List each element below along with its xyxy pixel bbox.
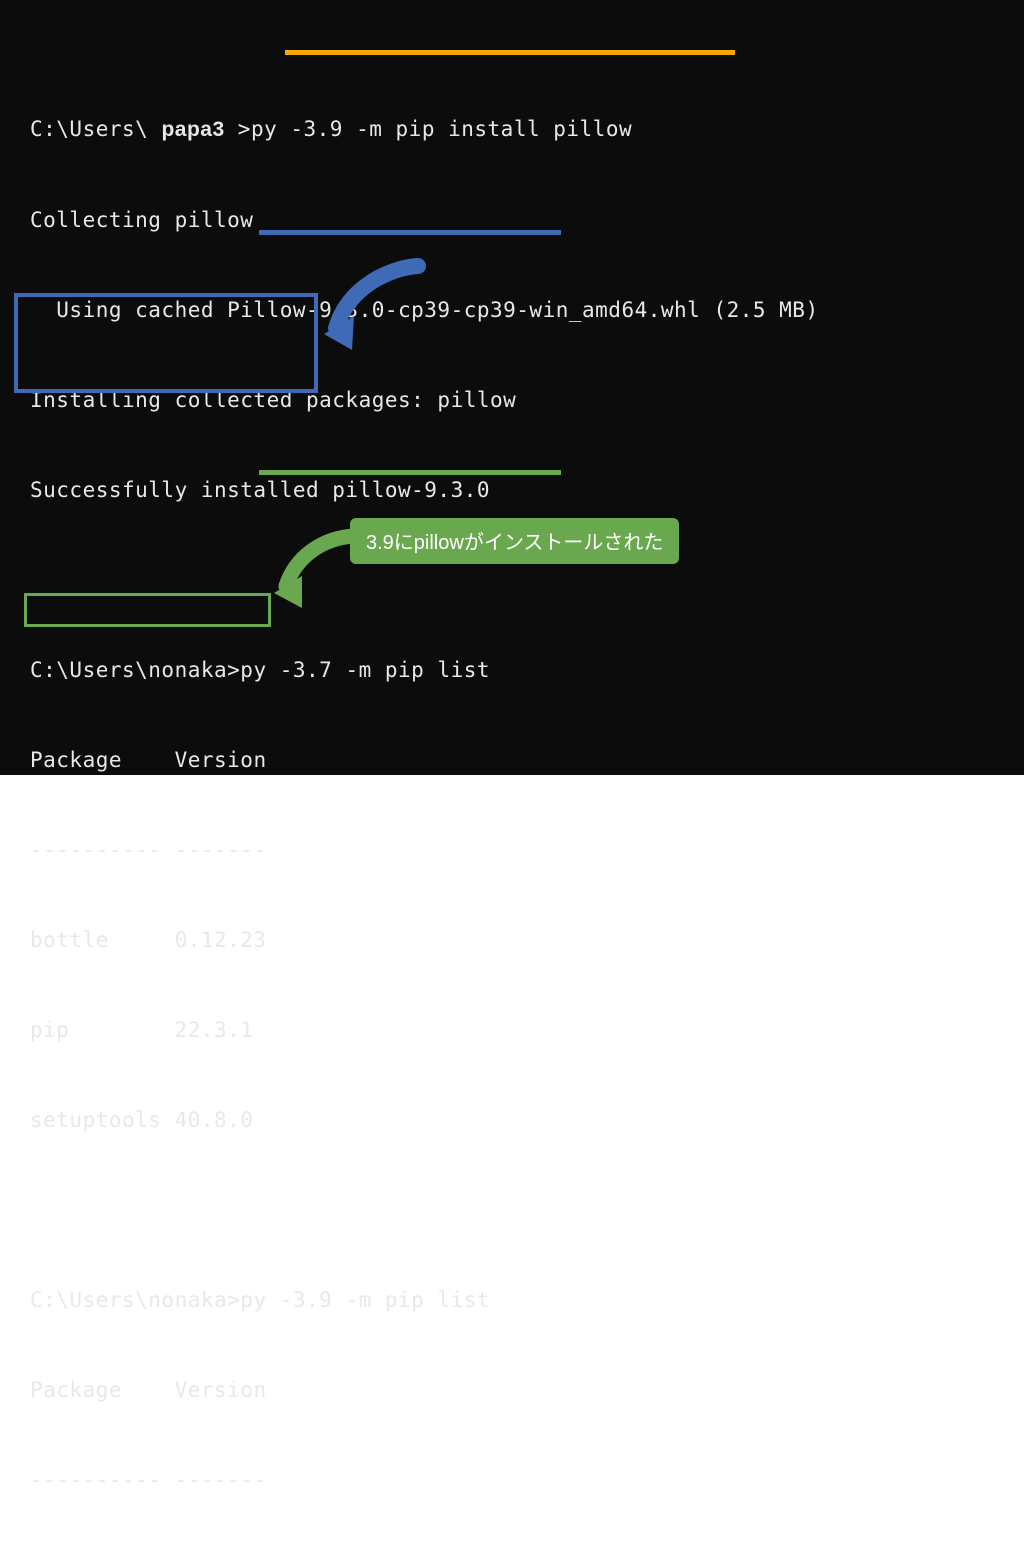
underline-blue <box>259 230 561 235</box>
table37-row: setuptools 40.8.0 <box>30 1105 994 1135</box>
table39-header: Package Version <box>30 1375 994 1405</box>
highlight-box-pillow-row <box>24 593 271 627</box>
username-overlay: papa3 <box>161 118 224 141</box>
prompt-gt: > <box>225 117 251 141</box>
callout-pillow-installed: 3.9にpillowがインストールされた <box>350 518 679 564</box>
prompt-path: C:\Users\ <box>30 117 148 141</box>
blank-line <box>30 565 994 595</box>
line-prompt-list37: C:\Users\nonaka>py -3.7 -m pip list <box>30 655 994 685</box>
underline-green <box>259 470 561 475</box>
table37-divider: ---------- ------- <box>30 835 994 865</box>
underline-yellow <box>285 50 735 55</box>
blank-line <box>30 1195 994 1225</box>
line-prompt-install: C:\Users\ papa3 >py -3.9 -m pip install … <box>30 114 994 145</box>
prompt: C:\Users\nonaka> <box>30 1288 240 1312</box>
cmd-list39: py -3.9 -m pip list <box>240 1288 490 1312</box>
callout-text: 3.9にpillowがインストールされた <box>366 532 663 554</box>
cmd-list37: py -3.7 -m pip list <box>240 658 490 682</box>
table37-row: bottle 0.12.23 <box>30 925 994 955</box>
output-line: Successfully installed pillow-9.3.0 <box>30 475 994 505</box>
table37-header: Package Version <box>30 745 994 775</box>
highlight-box-37-packages <box>14 293 318 393</box>
prompt: C:\Users\nonaka> <box>30 658 240 682</box>
cmd-install: py -3.9 -m pip install pillow <box>251 117 632 141</box>
arrow-blue-icon <box>318 258 438 358</box>
table39-divider: ---------- ------- <box>30 1465 994 1495</box>
table37-row: pip 22.3.1 <box>30 1015 994 1045</box>
line-prompt-list39: C:\Users\nonaka>py -3.9 -m pip list <box>30 1285 994 1315</box>
